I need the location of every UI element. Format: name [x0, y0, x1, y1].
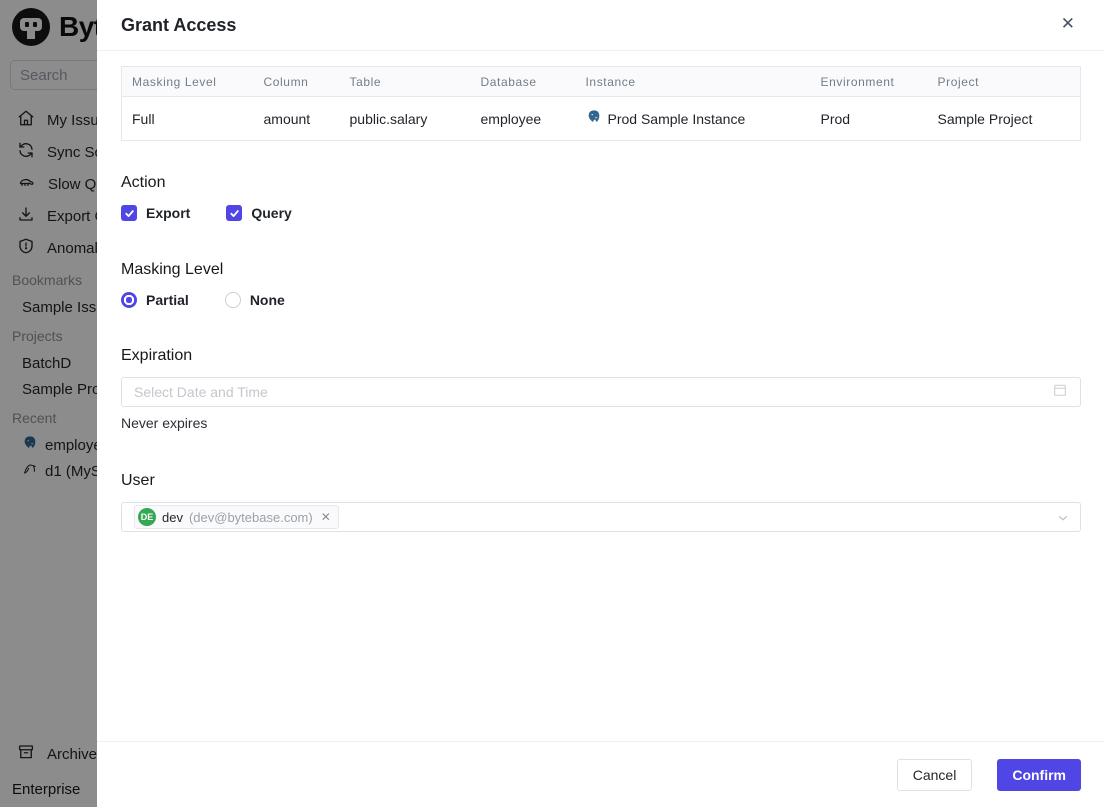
close-icon[interactable]: ✕	[1057, 11, 1079, 36]
checkbox-export[interactable]: Export	[121, 205, 190, 221]
user-section-label: User	[121, 472, 155, 489]
checkbox-label: Query	[251, 205, 292, 221]
col-header-table: Table	[339, 66, 471, 97]
cell-project: Sample Project	[927, 96, 1081, 141]
instance-name: Prod Sample Instance	[607, 110, 746, 127]
action-options: Export Query	[121, 205, 1081, 221]
col-header-database: Database	[470, 66, 576, 97]
cell-environment: Prod	[810, 96, 928, 141]
modal-body: Masking Level Column Table Database Inst…	[97, 51, 1105, 741]
user-select[interactable]: DE dev (dev@bytebase.com) ✕	[121, 502, 1081, 532]
date-input[interactable]	[134, 384, 1052, 400]
radio-partial[interactable]: Partial	[121, 292, 189, 308]
radio-label: Partial	[146, 292, 189, 308]
cell-masking-level: Full	[121, 96, 254, 141]
col-header-environment: Environment	[810, 66, 928, 97]
radio-none[interactable]: None	[224, 292, 285, 308]
table-header-row: Masking Level Column Table Database Inst…	[121, 66, 1081, 97]
table-row: Full amount public.salary employee Prod …	[121, 96, 1081, 141]
checkbox-query[interactable]: Query	[226, 205, 292, 221]
avatar: DE	[138, 508, 156, 526]
checkbox-checked-icon	[226, 205, 243, 221]
col-header-column: Column	[253, 66, 340, 97]
radio-unselected-icon	[224, 292, 241, 308]
checkbox-checked-icon	[121, 205, 137, 221]
user-tag: DE dev (dev@bytebase.com) ✕	[134, 505, 339, 529]
user-email: (dev@bytebase.com)	[188, 509, 313, 525]
app-window: Bytebase My Issues Sync Schema Slow Quer…	[0, 0, 1105, 807]
modal-title: Grant Access	[121, 14, 237, 35]
radio-label: None	[249, 292, 285, 308]
radio-selected-icon	[121, 292, 137, 308]
cell-instance: Prod Sample Instance	[575, 96, 811, 141]
chevron-down-icon	[1056, 511, 1070, 530]
col-header-project: Project	[927, 66, 1081, 97]
expiration-date-picker[interactable]	[121, 377, 1081, 407]
grant-access-modal: Grant Access ✕ Masking Level Column Tabl…	[97, 0, 1105, 807]
action-section-label: Action	[121, 174, 166, 191]
expiration-section-label: Expiration	[121, 347, 193, 364]
remove-user-icon[interactable]: ✕	[319, 511, 331, 523]
checkbox-label: Export	[146, 205, 191, 221]
modal-footer: Cancel Confirm	[97, 741, 1105, 807]
never-expires-note: Never expires	[121, 415, 208, 431]
postgres-icon	[586, 109, 602, 128]
cell-table: public.salary	[339, 96, 471, 141]
calendar-icon	[1052, 382, 1068, 403]
cell-database: employee	[470, 96, 576, 141]
masking-options: Partial None	[121, 292, 1081, 308]
confirm-button[interactable]: Confirm	[997, 758, 1081, 791]
cell-column: amount	[253, 96, 340, 141]
masking-section-label: Masking Level	[121, 261, 224, 278]
modal-header: Grant Access ✕	[97, 0, 1105, 51]
col-header-masking-level: Masking Level	[121, 66, 254, 97]
col-header-instance: Instance	[575, 66, 811, 97]
cancel-button[interactable]: Cancel	[896, 758, 973, 791]
grant-table: Masking Level Column Table Database Inst…	[121, 66, 1081, 141]
user-name: dev	[162, 509, 183, 525]
